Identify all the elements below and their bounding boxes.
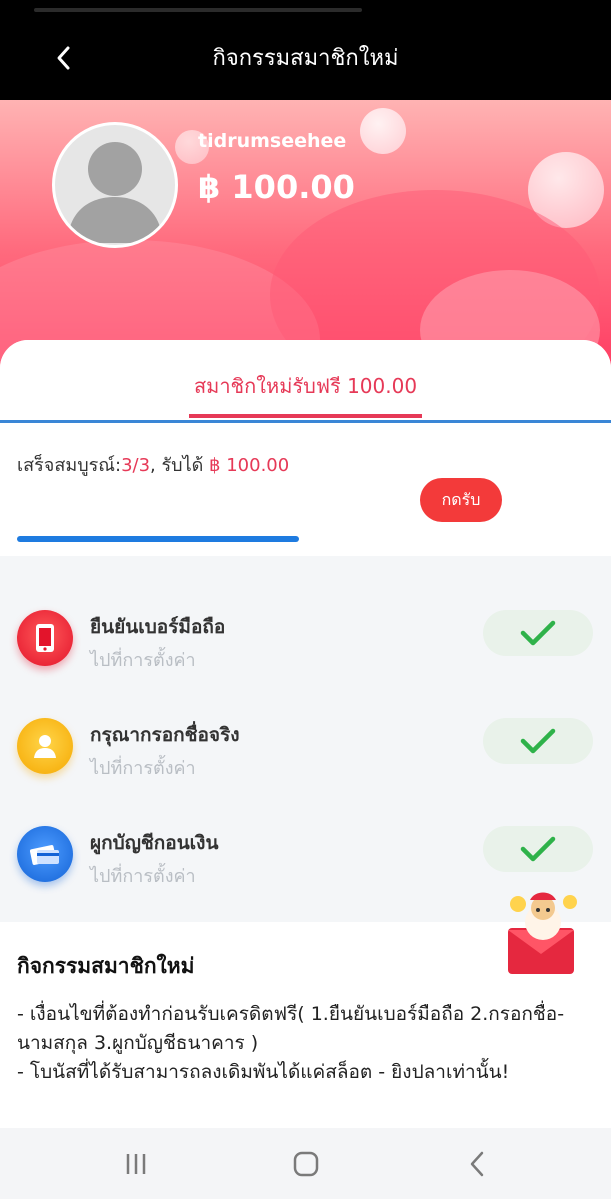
- system-back-button[interactable]: [457, 1144, 497, 1184]
- check-icon: [520, 728, 556, 754]
- phone-icon: [36, 624, 54, 652]
- task-icon-bg: [17, 610, 73, 666]
- task-status-badge: [483, 826, 593, 872]
- check-icon: [520, 836, 556, 862]
- task-subtitle[interactable]: ไปที่การตั้งค่า: [90, 861, 196, 890]
- person-icon: [34, 735, 56, 758]
- recent-apps-button[interactable]: [116, 1144, 156, 1184]
- gift-envelope-icon: [508, 892, 577, 974]
- tab-divider: [0, 420, 611, 423]
- task-subtitle[interactable]: ไปที่การตั้งค่า: [90, 645, 196, 674]
- card-icon: [29, 845, 59, 865]
- progress-text: เสร็จสมบูรณ์:3/3, รับได้ ฿ 100.00: [17, 452, 307, 479]
- progress-middle: , รับได้: [150, 455, 210, 476]
- claim-button[interactable]: กดรับ: [420, 478, 502, 522]
- mascot-envelope-button[interactable]: [500, 888, 586, 978]
- promo-line: - เงื่อนไขที่ต้องทำก่อนรับเครดิตฟรี( 1.ย…: [17, 1003, 565, 1054]
- user-avatar[interactable]: [52, 122, 178, 248]
- promo-line: - โบนัสที่ได้รับสามารถลงเดิมพันได้แค่สล็…: [17, 1061, 510, 1083]
- tab-new-member-bonus[interactable]: สมาชิกใหม่รับฟรี 100.00: [0, 370, 611, 402]
- task-icon-bg: [17, 826, 73, 882]
- header-bar: กิจกรรมสมาชิกใหม่: [0, 18, 611, 100]
- progress-count: 3/3: [121, 455, 151, 476]
- user-avatar-icon: [67, 142, 163, 243]
- task-item-real-name[interactable]: กรุณากรอกชื่อจริง ไปที่การตั้งค่า: [0, 706, 611, 806]
- task-subtitle[interactable]: ไปที่การตั้งค่า: [90, 753, 196, 782]
- task-item-verify-phone[interactable]: ยืนยันเบอร์มือถือ ไปที่การตั้งค่า: [0, 598, 611, 698]
- promo-body: - เงื่อนไขที่ต้องทำก่อนรับเครดิตฟรี( 1.ย…: [17, 1000, 602, 1087]
- tab-bar: สมาชิกใหม่รับฟรี 100.00: [0, 340, 611, 424]
- balance-amount: ฿ 100.00: [198, 168, 355, 206]
- status-indicator: [34, 8, 362, 12]
- promo-title: กิจกรรมสมาชิกใหม่: [17, 954, 195, 978]
- recent-apps-icon: [126, 1154, 146, 1174]
- status-bar: [0, 0, 611, 18]
- username: tidrumseehee: [198, 130, 347, 152]
- check-icon: [520, 620, 556, 646]
- task-title: ยืนยันเบอร์มือถือ: [90, 616, 226, 638]
- back-icon: [470, 1151, 484, 1177]
- progress-prefix: เสร็จสมบูรณ์:: [17, 455, 122, 476]
- task-status-badge: [483, 718, 593, 764]
- page-title: กิจกรรมสมาชิกใหม่: [212, 46, 399, 71]
- progress-bar: [17, 536, 299, 542]
- decor-bubble: [360, 108, 406, 154]
- task-status-badge: [483, 610, 593, 656]
- tab-active-indicator: [189, 414, 422, 418]
- progress-reward: ฿ 100.00: [209, 455, 290, 476]
- home-button[interactable]: [286, 1144, 326, 1184]
- task-icon-bg: [17, 718, 73, 774]
- content-card: สมาชิกใหม่รับฟรี 100.00 เสร็จสมบูรณ์:3/3…: [0, 340, 611, 1130]
- system-nav-bar: [0, 1128, 611, 1199]
- task-title: กรุณากรอกชื่อจริง: [90, 724, 240, 746]
- home-icon: [293, 1151, 319, 1177]
- task-title: ผูกบัญชีกอนเงิน: [90, 832, 219, 854]
